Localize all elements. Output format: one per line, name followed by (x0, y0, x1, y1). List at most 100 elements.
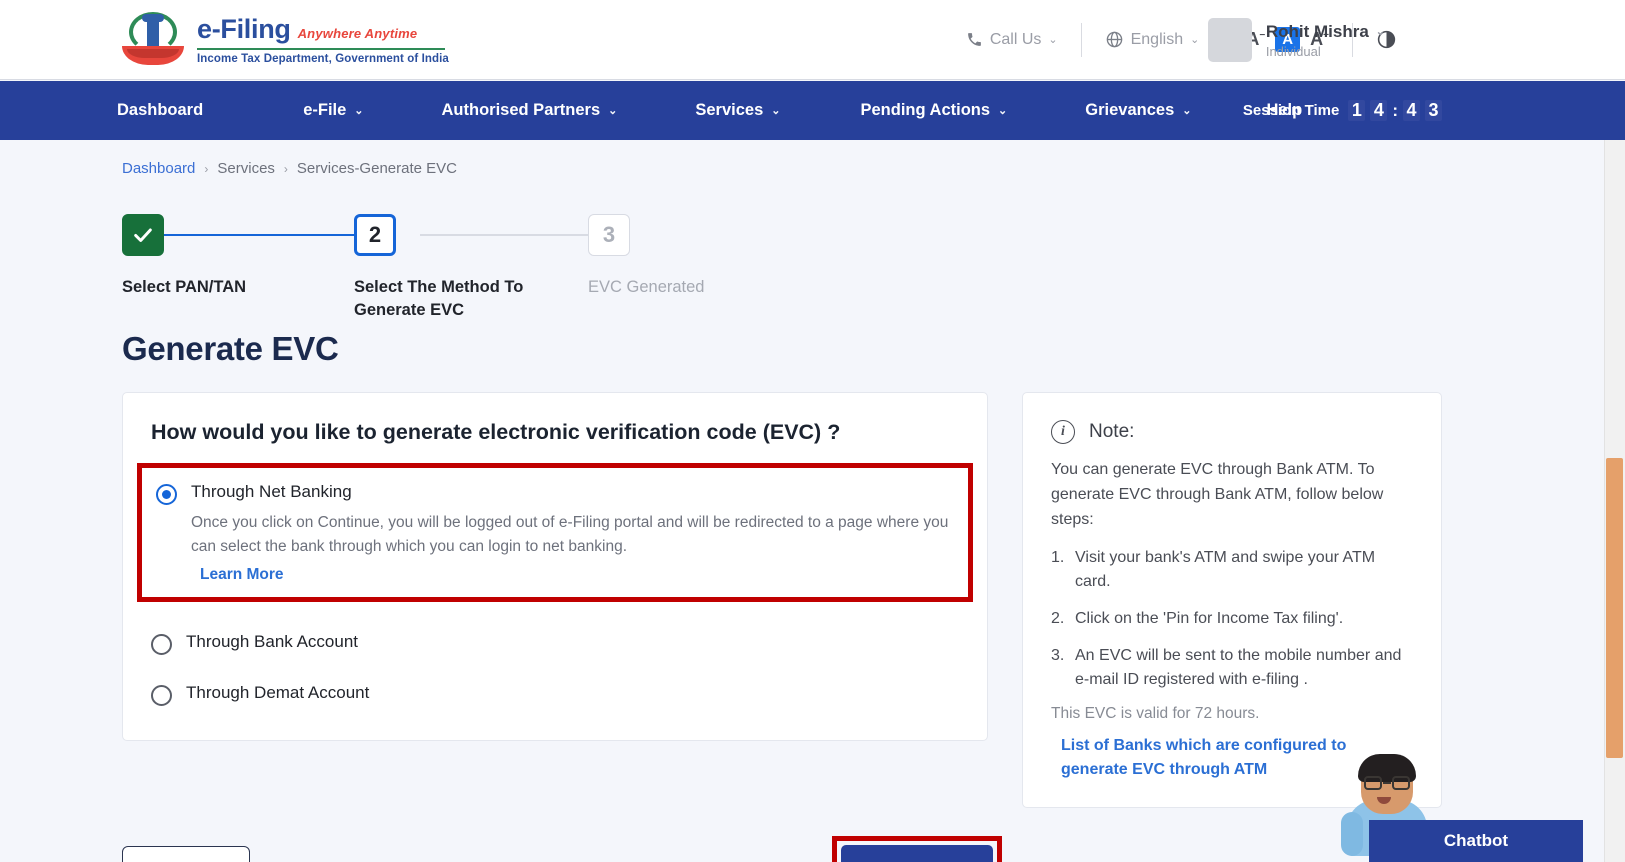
chevron-down-icon: ⌄ (771, 104, 780, 117)
page-title: Generate EVC (122, 330, 1604, 368)
phone-icon (966, 31, 983, 48)
breadcrumb-item-dashboard[interactable]: Dashboard (122, 160, 195, 177)
language-label: English (1131, 31, 1183, 49)
globe-icon (1105, 30, 1124, 49)
top-header: e-Filing Anywhere Anytime Income Tax Dep… (0, 0, 1625, 80)
option-net-banking[interactable]: Through Net Banking (156, 482, 956, 505)
breadcrumb-separator-icon: › (204, 162, 208, 176)
page-body: Dashboard › Services › Services-Generate… (0, 140, 1604, 862)
session-timer: Session Time 1 4 : 4 3 (1243, 81, 1442, 140)
nav-label: Dashboard (117, 101, 203, 120)
note-step: 2. Click on the 'Pin for Income Tax fili… (1051, 607, 1415, 631)
learn-more-link[interactable]: Learn More (200, 566, 284, 584)
progress-stepper: Select PAN/TAN 2 Select The Method To Ge… (122, 214, 822, 324)
chevron-down-icon: ⌄ (608, 104, 617, 117)
net-banking-option-highlight: Through Net Banking Once you click on Co… (137, 463, 973, 602)
option-bank-account[interactable]: Through Bank Account (151, 632, 959, 655)
chevron-down-icon: ⌄ (1182, 104, 1191, 117)
main-navigation: Dashboard e-File ⌄ Authorised Partners ⌄… (0, 81, 1625, 140)
stepper-step-3: 3 EVC Generated (588, 214, 768, 299)
nav-label: Authorised Partners (442, 101, 601, 120)
back-button[interactable]: ‹ Back (122, 846, 250, 862)
form-actions: ‹ Back Continue › (122, 836, 1002, 862)
nav-label: e-File (303, 101, 346, 120)
nav-item-services[interactable]: Services ⌄ (695, 101, 780, 120)
note-step-number: 3. (1051, 644, 1064, 668)
call-us-label: Call Us (990, 31, 1042, 49)
brand-subtitle: Income Tax Department, Government of Ind… (197, 53, 449, 65)
nav-label: Pending Actions (860, 101, 990, 120)
session-digit: 1 (1348, 100, 1365, 121)
chevron-down-icon: ⌄ (1376, 25, 1385, 38)
national-emblem-icon (122, 10, 184, 70)
note-step: 1. Visit your bank's ATM and swipe your … (1051, 546, 1415, 594)
chatbot-label: Chatbot (1444, 831, 1508, 851)
radio-demat-account[interactable] (151, 685, 172, 706)
chevron-down-icon: ⌄ (354, 104, 363, 117)
evc-method-card: How would you like to generate electroni… (122, 392, 988, 741)
breadcrumb: Dashboard › Services › Services-Generate… (122, 160, 1604, 177)
session-digit: 4 (1370, 100, 1387, 121)
breadcrumb-separator-icon: › (284, 162, 288, 176)
step-1-indicator (122, 214, 164, 256)
info-icon: i (1051, 420, 1075, 444)
page-scrollbar-thumb[interactable] (1606, 458, 1623, 758)
chatbot-button[interactable]: Chatbot (1369, 820, 1583, 862)
brand-divider (197, 48, 445, 50)
user-name: Rohit Mishra (1266, 22, 1369, 42)
chevron-down-icon: ⌄ (1190, 33, 1199, 46)
note-validity: This EVC is valid for 72 hours. (1051, 705, 1415, 723)
note-step-text: Visit your bank's ATM and swipe your ATM… (1075, 549, 1375, 590)
nav-item-e-file[interactable]: e-File ⌄ (303, 101, 363, 120)
note-step-text: Click on the 'Pin for Income Tax filing'… (1075, 610, 1343, 627)
session-digit: 3 (1425, 100, 1442, 121)
chatbot-widget[interactable]: Chatbot (1323, 742, 1583, 862)
nav-item-authorised-partners[interactable]: Authorised Partners ⌄ (442, 101, 618, 120)
note-step-number: 2. (1051, 607, 1064, 631)
card-question: How would you like to generate electroni… (151, 420, 959, 445)
brand-text: e-Filing Anywhere Anytime Income Tax Dep… (197, 14, 449, 65)
session-colon: : (1392, 101, 1398, 121)
continue-button[interactable]: Continue › (841, 845, 993, 862)
step-2-indicator: 2 (354, 214, 396, 256)
stepper-step-2[interactable]: 2 Select The Method To Generate EVC (354, 214, 534, 322)
header-divider (1081, 23, 1082, 57)
call-us-menu[interactable]: Call Us ⌄ (966, 31, 1058, 49)
step-1-label: Select PAN/TAN (122, 276, 302, 299)
note-step-text: An EVC will be sent to the mobile number… (1075, 647, 1401, 688)
continue-button-highlight: Continue › (832, 836, 1002, 862)
note-steps-list: 1. Visit your bank's ATM and swipe your … (1051, 546, 1415, 692)
nav-item-dashboard[interactable]: Dashboard (117, 101, 203, 120)
user-role: Individual (1266, 44, 1385, 59)
option-net-banking-description: Once you click on Continue, you will be … (191, 511, 956, 558)
session-digit: 4 (1403, 100, 1420, 121)
note-intro: You can generate EVC through Bank ATM. T… (1051, 458, 1415, 532)
session-time-label: Session Time (1243, 102, 1339, 119)
page-root: e-Filing Anywhere Anytime Income Tax Dep… (0, 0, 1625, 862)
chevron-down-icon: ⌄ (998, 104, 1007, 117)
user-profile-menu[interactable]: Rohit Mishra ⌄ Individual (1208, 0, 1625, 80)
radio-bank-account[interactable] (151, 634, 172, 655)
brand-tagline: Anywhere Anytime (298, 26, 418, 41)
note-title: Note: (1089, 421, 1134, 443)
option-demat-account-label: Through Demat Account (186, 683, 369, 703)
nav-label: Grievances (1085, 101, 1174, 120)
stepper-step-1[interactable]: Select PAN/TAN (122, 214, 302, 299)
nav-item-pending-actions[interactable]: Pending Actions ⌄ (860, 101, 1007, 120)
breadcrumb-item-services[interactable]: Services (217, 160, 275, 177)
step-3-indicator: 3 (588, 214, 630, 256)
nav-item-grievances[interactable]: Grievances ⌄ (1085, 101, 1191, 120)
option-bank-account-label: Through Bank Account (186, 632, 358, 652)
avatar (1208, 18, 1252, 62)
note-step-number: 1. (1051, 546, 1064, 570)
brand-title: e-Filing (197, 14, 291, 45)
option-demat-account[interactable]: Through Demat Account (151, 683, 959, 706)
note-step: 3. An EVC will be sent to the mobile num… (1051, 644, 1415, 692)
language-selector[interactable]: English ⌄ (1105, 30, 1200, 49)
step-2-label: Select The Method To Generate EVC (354, 276, 534, 322)
page-scrollbar-track[interactable] (1604, 140, 1625, 862)
chevron-down-icon: ⌄ (1048, 33, 1057, 46)
site-logo[interactable]: e-Filing Anywhere Anytime Income Tax Dep… (122, 10, 449, 70)
nav-label: Services (695, 101, 763, 120)
radio-net-banking[interactable] (156, 484, 177, 505)
